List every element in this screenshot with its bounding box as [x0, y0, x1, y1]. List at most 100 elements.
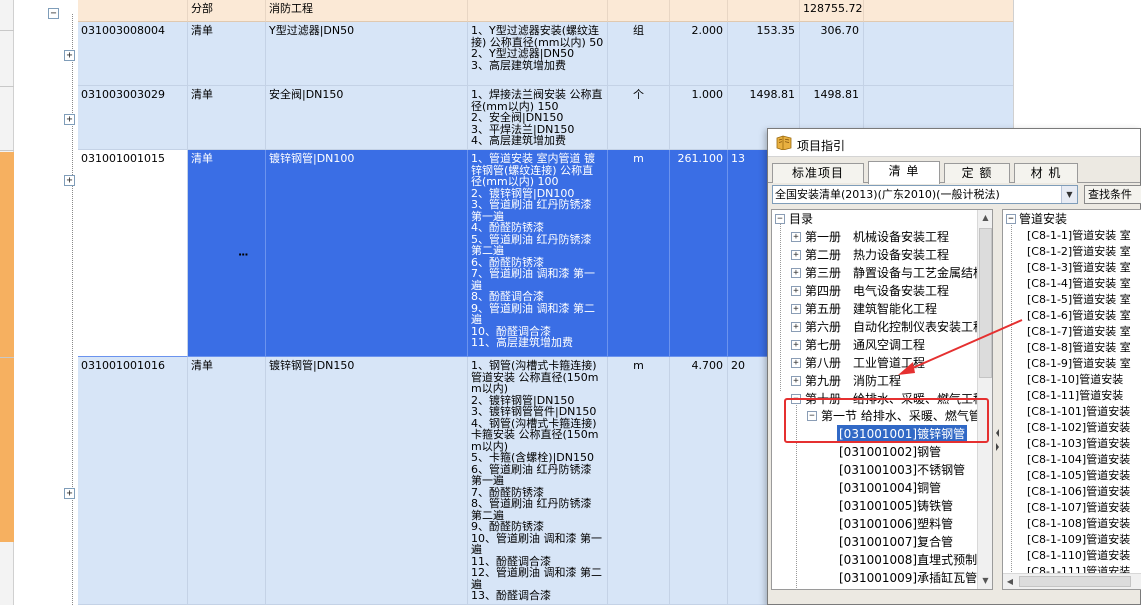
pane-splitter[interactable]	[993, 209, 1002, 590]
tree-node-label: 第三册 静置设备与工艺金属结构	[805, 266, 986, 280]
desc-line: 4、高层建筑增加费	[471, 134, 566, 147]
chevron-down-icon[interactable]: ▼	[1061, 186, 1077, 203]
list-horizontal-scrollbar[interactable]: ◀	[1003, 573, 1141, 589]
tree-node-label: 第一册 机械设备安装工程	[805, 230, 950, 244]
desc-cell: 1、焊接法兰阀安装 公称直径(mm以内) 150 2、安全阀|DN150 3、平…	[468, 86, 608, 150]
expand-icon[interactable]: +	[791, 340, 801, 350]
list-item[interactable]: [C8-1-108]管道安装	[1027, 516, 1130, 532]
name-cell: 消防工程	[266, 0, 468, 22]
list-item[interactable]: [C8-1-4]管道安装 室	[1027, 276, 1131, 292]
expand-icon[interactable]: +	[64, 114, 75, 125]
qty-cell: 2.000	[670, 22, 728, 86]
price-cell: 153.35	[728, 22, 800, 86]
qty-cell	[670, 0, 728, 22]
code-cell	[78, 0, 188, 22]
desc-line: 8、酚醛调合漆	[471, 290, 544, 303]
type-cell: 分部	[188, 0, 266, 22]
cell-ellipsis-button[interactable]: ···	[238, 248, 249, 261]
library-select[interactable]: 全国安装清单(2013)(广东2010)(一般计税法) ▼	[772, 185, 1078, 204]
list-item[interactable]: [C8-1-6]管道安装 室	[1027, 308, 1131, 324]
tab-bill-list[interactable]: 清 单	[868, 161, 940, 184]
collapse-icon[interactable]: −	[48, 8, 59, 19]
tab-material-machine[interactable]: 材 机	[1014, 163, 1078, 183]
scroll-thumb[interactable]	[1019, 576, 1131, 587]
desc-cell: 1、Y型过滤器安装(螺纹连接) 公称直径(mm以内) 50 2、Y型过滤器|DN…	[468, 22, 608, 86]
list-item[interactable]: [C8-1-102]管道安装	[1027, 420, 1130, 436]
collapse-icon[interactable]: −	[775, 214, 785, 224]
dialog-titlebar[interactable]: 项目指引	[768, 129, 1140, 157]
unit-cell: m	[608, 150, 670, 357]
project-guide-dialog: 项目指引 标准项目 清 单 定 额 材 机 全国安装清单(2013)(广东201…	[767, 128, 1141, 605]
expand-icon[interactable]: +	[64, 50, 75, 61]
list-item[interactable]: [C8-1-105]管道安装	[1027, 468, 1130, 484]
list-item[interactable]: [C8-1-11]管道安装	[1027, 388, 1123, 404]
list-item[interactable]: [C8-1-3]管道安装 室	[1027, 260, 1131, 276]
qty-cell: 261.100	[670, 150, 728, 357]
desc-line: 2、Y型过滤器|DN50	[471, 47, 575, 60]
expand-icon[interactable]: +	[791, 322, 801, 332]
list-item[interactable]: [C8-1-109]管道安装	[1027, 532, 1130, 548]
tab-quota[interactable]: 定 额	[944, 163, 1010, 183]
tree-node-label: 第四册 电气设备安装工程	[805, 284, 950, 298]
expand-icon[interactable]: +	[791, 232, 801, 242]
price-cell	[728, 0, 800, 22]
list-item[interactable]: [C8-1-8]管道安装 室	[1027, 340, 1131, 356]
list-item[interactable]: [C8-1-110]管道安装	[1027, 548, 1130, 564]
desc-line: 1、管道安装 室内管道 镀锌钢管(螺纹连接) 公称直径(mm以内) 100	[471, 152, 595, 188]
expand-icon[interactable]: +	[64, 175, 75, 186]
tree-node-label: [031001007]复合管	[839, 535, 954, 549]
list-item[interactable]: [C8-1-101]管道安装	[1027, 404, 1130, 420]
tree-node-label: [031001005]铸铁管	[839, 499, 954, 513]
find-condition-button[interactable]: 查找条件	[1084, 185, 1141, 204]
expand-icon[interactable]: +	[791, 268, 801, 278]
desc-cell: 1、管道安装 室内管道 镀锌钢管(螺纹连接) 公称直径(mm以内) 100 2、…	[468, 150, 608, 357]
list-item[interactable]: [C8-1-7]管道安装 室	[1027, 324, 1131, 340]
expand-icon[interactable]: +	[791, 376, 801, 386]
desc-line: 1、焊接法兰阀安装 公称直径(mm以内) 150	[471, 88, 603, 113]
expand-icon[interactable]: +	[791, 250, 801, 260]
tree-node-label: [031001008]直埋式预制保温管	[839, 553, 992, 567]
expand-icon[interactable]: +	[64, 488, 75, 499]
list-item[interactable]: [C8-1-9]管道安装 室	[1027, 356, 1131, 372]
scroll-thumb[interactable]	[979, 228, 992, 378]
name-cell: 安全阀|DN150	[266, 86, 468, 150]
name-cell: Y型过滤器|DN50	[266, 22, 468, 86]
name-cell: 镀锌钢管|DN150	[266, 357, 468, 605]
expand-icon[interactable]: +	[791, 286, 801, 296]
scroll-left-icon[interactable]: ◀	[1003, 574, 1017, 589]
extra-cell	[864, 0, 1013, 22]
list-item[interactable]: [C8-1-107]管道安装	[1027, 500, 1130, 516]
list-item[interactable]: [C8-1-103]管道安装	[1027, 436, 1130, 452]
row-indicator-accent	[0, 152, 14, 542]
gutter-tick	[0, 150, 14, 151]
extra-cell	[864, 22, 1013, 86]
type-cell: 清单	[188, 86, 266, 150]
type-cell: 清单	[188, 357, 266, 605]
list-item[interactable]: [C8-1-1]管道安装 室	[1027, 228, 1131, 244]
list-item[interactable]: [C8-1-10]管道安装	[1027, 372, 1123, 388]
code-cell: 031001001015	[78, 150, 188, 357]
tree-node-label: 第八册 工业管道工程	[805, 356, 926, 370]
scroll-down-icon[interactable]: ▼	[978, 573, 992, 589]
desc-line: 10、管道刷油 调和漆 第一遍	[471, 531, 602, 556]
scroll-up-icon[interactable]: ▲	[978, 210, 992, 226]
collapse-icon[interactable]: −	[1006, 214, 1016, 224]
desc-line: 5、卡箍(含螺栓)|DN150	[471, 451, 594, 464]
list-item[interactable]: [C8-1-104]管道安装	[1027, 452, 1130, 468]
desc-line: 4、酚醛防锈漆	[471, 221, 544, 234]
name-cell: 镀锌钢管|DN100	[266, 150, 468, 357]
list-item[interactable]: [C8-1-2]管道安装 室	[1027, 244, 1131, 260]
tab-standard-items[interactable]: 标准项目	[772, 163, 864, 183]
expand-icon[interactable]: +	[791, 358, 801, 368]
left-strip	[0, 0, 14, 605]
list-item[interactable]: [C8-1-5]管道安装 室	[1027, 292, 1131, 308]
desc-line: 4、钢管(沟槽式卡箍连接)卡箍安装 公称直径(150mm以内)	[471, 416, 599, 453]
table-row[interactable]: 031003008004 清单 Y型过滤器|DN50 1、Y型过滤器安装(螺纹连…	[78, 22, 1013, 86]
tree-node-label: 第九册 消防工程	[805, 374, 902, 388]
desc-line: 9、管道刷油 调和漆 第二遍	[471, 301, 595, 326]
expand-icon[interactable]: +	[791, 304, 801, 314]
section-row[interactable]: 分部 消防工程 128755.72	[78, 0, 1013, 22]
library-select-value: 全国安装清单(2013)(广东2010)(一般计税法)	[775, 188, 1000, 201]
desc-line: 7、管道刷油 调和漆 第一遍	[471, 267, 595, 292]
list-item[interactable]: [C8-1-106]管道安装	[1027, 484, 1130, 500]
